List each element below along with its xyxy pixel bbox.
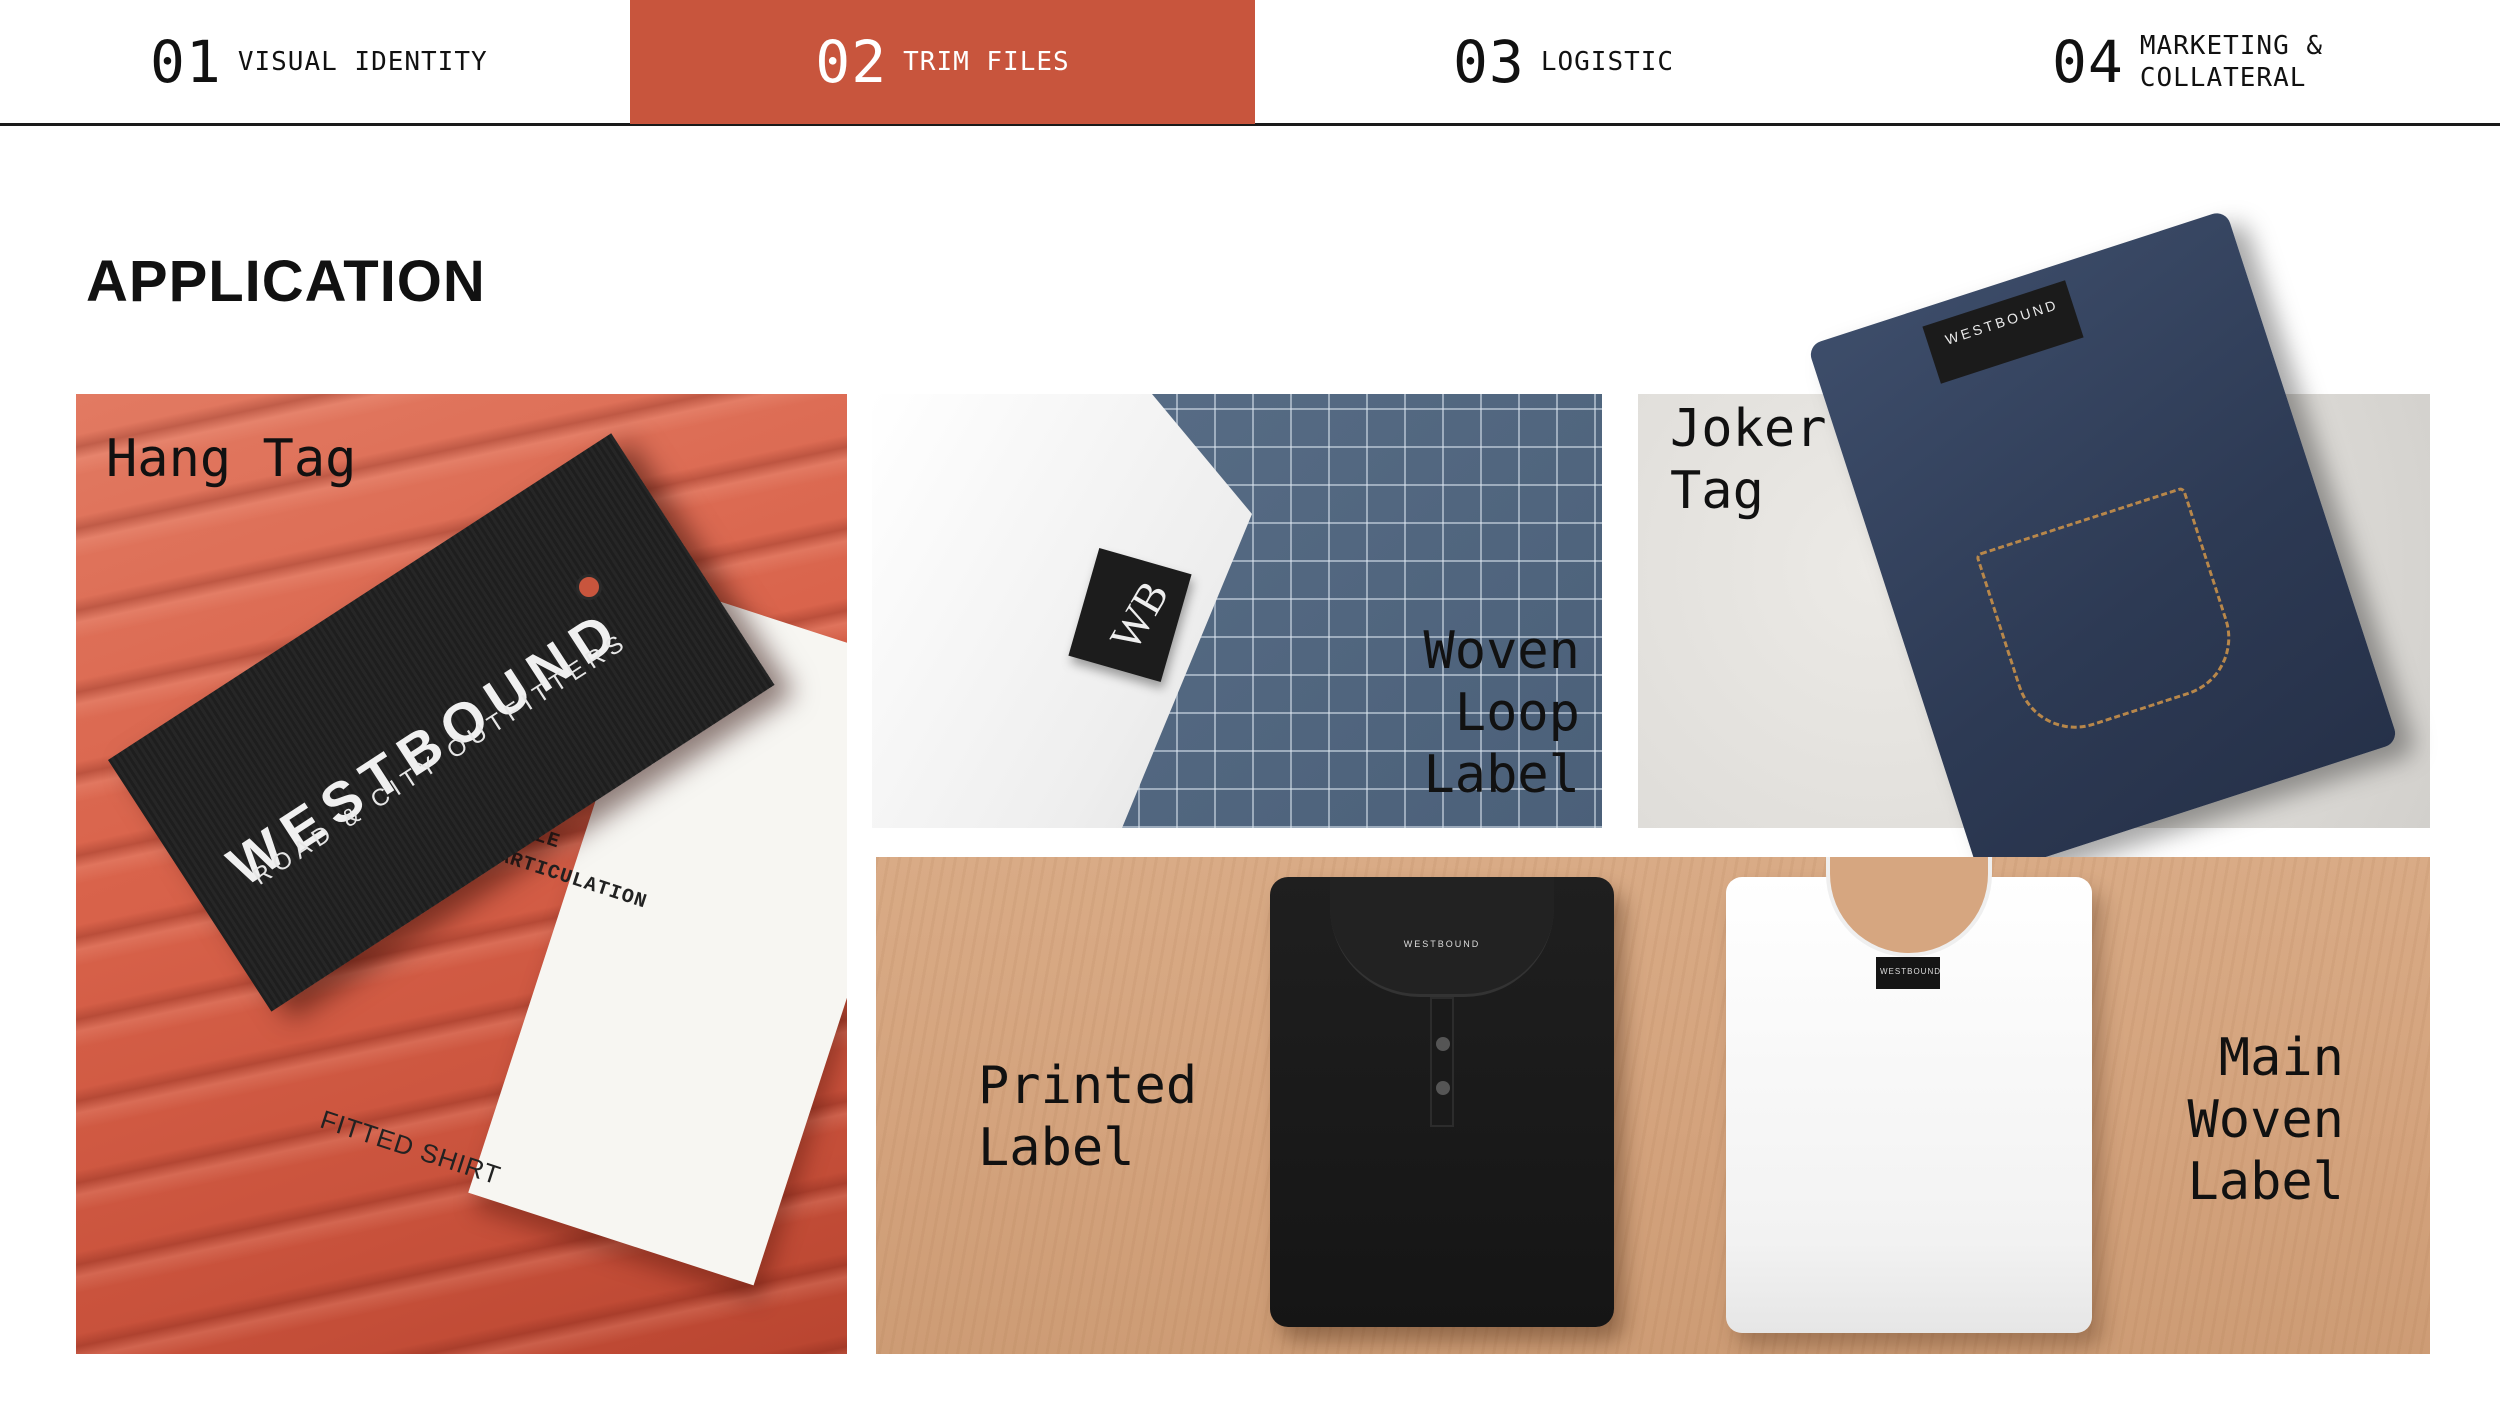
polo-placket: [1430, 997, 1454, 1127]
tab-label: MARKETING & COLLATERAL: [2139, 31, 2324, 93]
jeans: [1807, 209, 2399, 879]
labels-panel: WESTBOUND WESTBOUND Printed Label Main W…: [876, 857, 2430, 1354]
tab-label: VISUAL IDENTITY: [237, 47, 488, 77]
section-nav: 01 VISUAL IDENTITY 02 TRIM FILES 03 LOGI…: [0, 0, 2500, 126]
hang-tag-label: Hang Tag: [106, 429, 357, 489]
tab-number: 01: [150, 28, 222, 96]
tab-number: 04: [2052, 28, 2124, 96]
main-woven-neck-label: WESTBOUND: [1876, 957, 1940, 989]
main-woven-neck-label-text: WESTBOUND: [1880, 967, 1941, 976]
black-polo-shirt: WESTBOUND: [1270, 877, 1614, 1327]
tshirt-neckline: [1826, 857, 1992, 957]
tab-logistic[interactable]: 03 LOGISTIC: [1255, 0, 1880, 124]
tab-number: 03: [1453, 28, 1525, 96]
polo-button: [1436, 1081, 1450, 1095]
printed-label-label: Printed Label: [978, 1056, 1198, 1178]
tab-number: 02: [815, 28, 888, 96]
white-fabric: [872, 394, 1252, 828]
page-title: APPLICATION: [86, 249, 486, 314]
tab-visual-identity[interactable]: 01 VISUAL IDENTITY: [0, 0, 632, 124]
hang-tag-fitted-text: FITTED SHIRT: [316, 1104, 505, 1191]
printed-neck-label: WESTBOUND: [1403, 939, 1481, 949]
tab-label: LOGISTIC: [1540, 47, 1675, 77]
main-woven-label-label: Main Woven Label: [2187, 1028, 2344, 1212]
tab-label: TRIM FILES: [903, 47, 1070, 77]
woven-loop-label: Woven Loop Label: [1423, 621, 1580, 805]
hang-tag-panel: OFILE ED ARTICULATION FITTED SHIRT WESTB…: [76, 394, 847, 1354]
polo-button: [1436, 1037, 1450, 1051]
tab-trim-files[interactable]: 02 TRIM FILES: [630, 0, 1255, 124]
woven-loop-panel: WB Woven Loop Label: [872, 394, 1602, 828]
white-tshirt: WESTBOUND: [1726, 857, 2092, 1333]
joker-tag-label: Joker Tag: [1670, 399, 1827, 521]
tab-marketing-collateral[interactable]: 04 MARKETING & COLLATERAL: [1880, 0, 2500, 124]
joker-tag-panel: WESTBOUND Joker Tag: [1638, 209, 2430, 879]
back-pocket: [1974, 486, 2246, 745]
